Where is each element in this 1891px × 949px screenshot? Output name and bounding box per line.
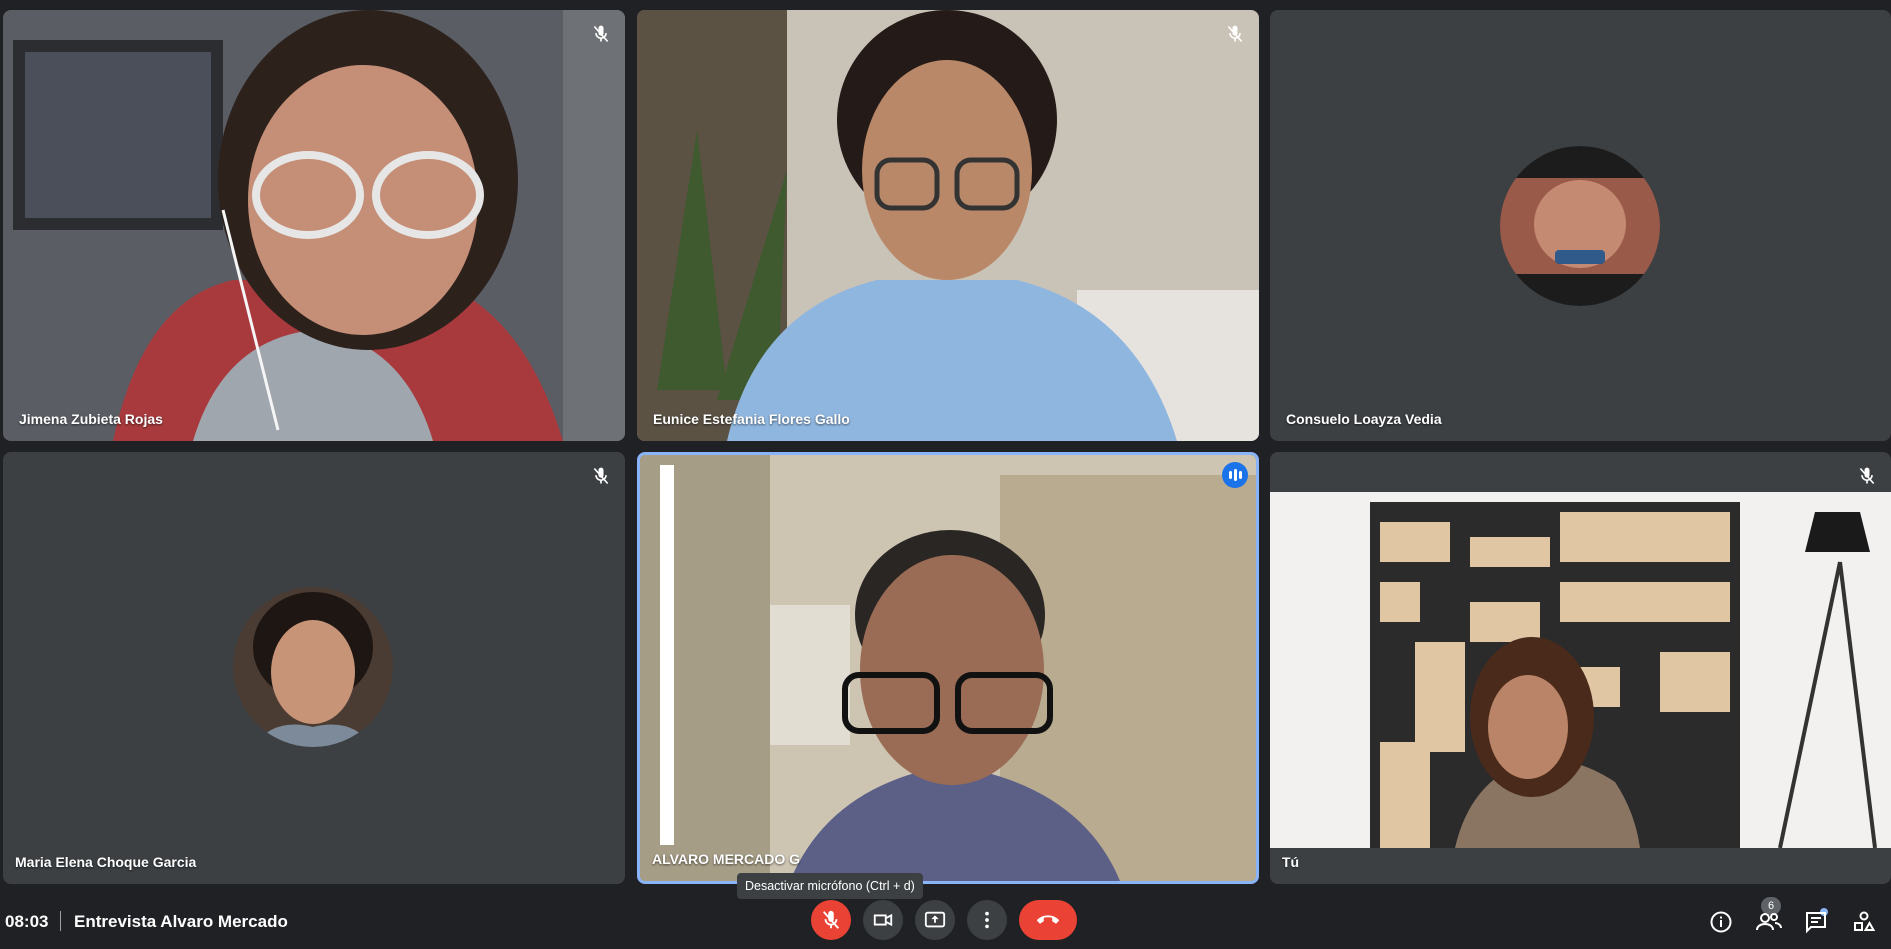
mic-off-icon: [1227, 25, 1243, 43]
info-icon: [1710, 911, 1732, 933]
participant-video: [637, 10, 1259, 441]
mic-off-icon: [593, 467, 609, 485]
participant-name: ALVARO MERCADO G: [652, 851, 801, 867]
activities-button[interactable]: [1851, 909, 1877, 935]
participant-tile-consuelo[interactable]: Consuelo Loayza Vedia: [1270, 10, 1891, 441]
activities-icon: [1854, 911, 1876, 931]
mic-off-icon: [593, 25, 609, 43]
chat-icon: [1806, 912, 1826, 934]
participant-video: [3, 10, 625, 441]
meeting-title: Entrevista Alvaro Mercado: [74, 912, 288, 931]
participant-tile-maria[interactable]: Maria Elena Choque Garcia: [3, 452, 625, 884]
participant-tile-jimena[interactable]: Jimena Zubieta Rojas: [3, 10, 625, 441]
divider: [60, 911, 61, 931]
participant-name: Eunice Estefania Flores Gallo: [653, 411, 850, 427]
camera-icon: [873, 913, 893, 927]
participant-name: Jimena Zubieta Rojas: [19, 411, 163, 427]
speaking-indicator-icon: [1222, 462, 1248, 488]
participant-name: Maria Elena Choque Garcia: [15, 854, 197, 870]
participant-name: Consuelo Loayza Vedia: [1286, 411, 1442, 427]
participant-avatar: [233, 587, 393, 747]
mic-off-icon: [1859, 467, 1875, 485]
people-icon: [1756, 913, 1782, 931]
more-options-icon: [985, 911, 989, 929]
meeting-clock: 08:03: [5, 912, 49, 931]
participant-video: [640, 455, 1256, 881]
mic-tooltip: Desactivar micrófono (Ctrl + d): [737, 873, 923, 899]
participant-tile-eunice[interactable]: Eunice Estefania Flores Gallo: [637, 10, 1259, 441]
participant-video: [1270, 492, 1891, 848]
participant-name: Tú: [1282, 854, 1300, 870]
present-screen-button[interactable]: [915, 900, 955, 940]
more-options-button[interactable]: [967, 900, 1007, 940]
mic-off-icon: [822, 910, 840, 929]
meeting-details-button[interactable]: [1708, 909, 1734, 935]
chat-button[interactable]: [1803, 909, 1829, 935]
mic-toggle-button[interactable]: [811, 900, 851, 940]
meeting-controls-bar: 08:03 Entrevista Alvaro Mercado 6: [0, 897, 1891, 949]
participant-tile-alvaro[interactable]: ALVARO MERCADO G: [637, 452, 1259, 884]
present-screen-icon: [924, 911, 946, 928]
end-call-icon: [1037, 915, 1059, 924]
people-button[interactable]: [1756, 909, 1782, 935]
end-call-button[interactable]: [1019, 900, 1077, 940]
participant-avatar: [1500, 146, 1660, 306]
participant-tile-self[interactable]: Tú: [1270, 452, 1891, 884]
camera-toggle-button[interactable]: [863, 900, 903, 940]
